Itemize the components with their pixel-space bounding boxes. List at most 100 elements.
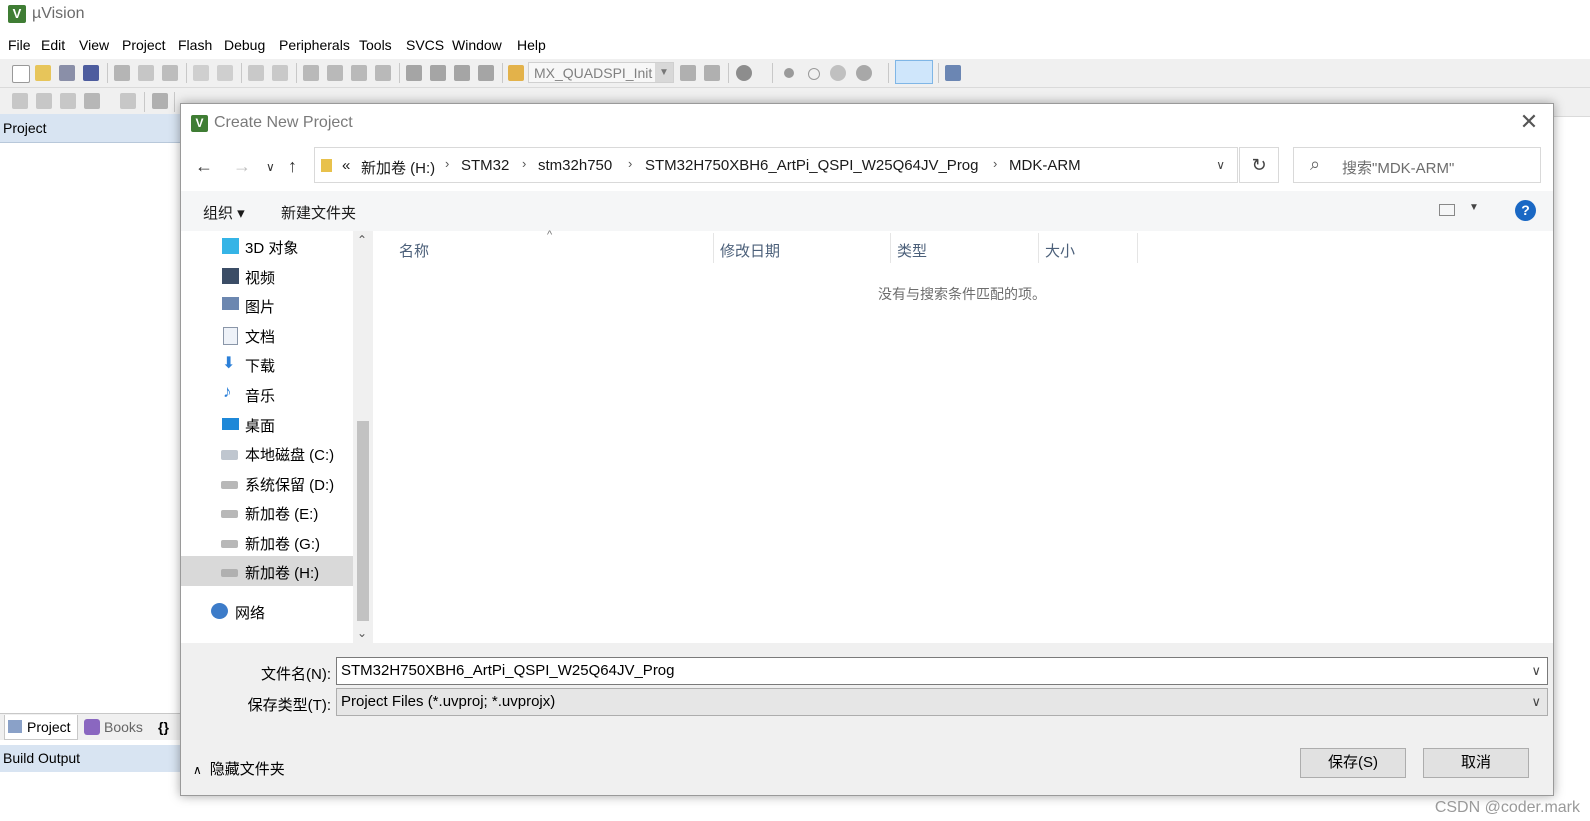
column-header-size[interactable]: 大小 bbox=[1045, 240, 1075, 261]
chevron-down-icon[interactable]: ∨ bbox=[1531, 663, 1541, 679]
menu-project[interactable]: Project bbox=[122, 34, 166, 56]
menu-edit[interactable]: Edit bbox=[41, 34, 65, 56]
download-icon[interactable] bbox=[152, 93, 168, 109]
nav-item-music[interactable]: ♪ 音乐 bbox=[181, 379, 353, 409]
build-icon[interactable] bbox=[36, 93, 52, 109]
redo-icon[interactable] bbox=[217, 65, 233, 81]
breadcrumb-overflow[interactable]: « bbox=[342, 157, 350, 174]
tab-books[interactable]: Books bbox=[82, 715, 148, 739]
menu-view[interactable]: View bbox=[79, 34, 109, 56]
column-header-name[interactable]: 名称 bbox=[399, 240, 429, 261]
rebuild-icon[interactable] bbox=[60, 93, 76, 109]
config-icon[interactable] bbox=[856, 65, 872, 81]
translate-icon[interactable] bbox=[12, 93, 28, 109]
indent-icon[interactable] bbox=[406, 65, 422, 81]
batch-build-icon[interactable] bbox=[84, 93, 100, 109]
save-all-icon[interactable] bbox=[83, 65, 99, 81]
stop-build-icon[interactable] bbox=[120, 93, 136, 109]
address-history-chevron-icon[interactable]: ∨ bbox=[1216, 158, 1225, 172]
up-arrow-icon[interactable]: ↑ bbox=[288, 156, 297, 177]
window-layout-button[interactable] bbox=[895, 60, 933, 84]
breadcrumb-stm32h750[interactable]: stm32h750 bbox=[538, 157, 612, 174]
prev-bookmark-icon[interactable] bbox=[327, 65, 343, 81]
comment-icon[interactable] bbox=[454, 65, 470, 81]
column-divider[interactable] bbox=[713, 233, 714, 263]
column-header-type[interactable]: 类型 bbox=[897, 240, 927, 261]
new-file-icon[interactable] bbox=[12, 65, 30, 83]
view-options-icon[interactable] bbox=[1439, 204, 1455, 216]
new-folder-button[interactable]: 新建文件夹 bbox=[281, 202, 356, 223]
refresh-icon[interactable]: ↻ bbox=[1239, 147, 1279, 183]
clear-bookmarks-icon[interactable] bbox=[375, 65, 391, 81]
nav-item-downloads[interactable]: ⬇ 下载 bbox=[181, 349, 353, 379]
nav-item-drive-g[interactable]: 新加卷 (G:) bbox=[181, 527, 353, 557]
menu-help[interactable]: Help bbox=[517, 34, 546, 56]
tab-functions[interactable]: {} bbox=[158, 715, 182, 739]
bookmark-icon[interactable] bbox=[303, 65, 319, 81]
filename-input[interactable]: STM32H750XBH6_ArtPi_QSPI_W25Q64JV_Prog ∨ bbox=[336, 657, 1548, 685]
find-icon[interactable] bbox=[680, 65, 696, 81]
address-bar[interactable]: « 新加卷 (H:) › STM32 › stm32h750 › STM32H7… bbox=[314, 147, 1238, 183]
recent-locations-chevron-icon[interactable]: ∨ bbox=[266, 160, 275, 174]
navigation-scrollbar[interactable]: ⌃ ⌄ bbox=[353, 231, 373, 643]
save-icon[interactable] bbox=[59, 65, 75, 81]
forward-arrow-icon[interactable]: → bbox=[233, 156, 251, 177]
incremental-find-icon[interactable] bbox=[704, 65, 720, 81]
breadcrumb-project-folder[interactable]: STM32H750XBH6_ArtPi_QSPI_W25Q64JV_Prog bbox=[645, 157, 979, 174]
menu-tools[interactable]: Tools bbox=[359, 34, 392, 56]
column-divider[interactable] bbox=[1137, 233, 1138, 263]
nav-item-drive-e[interactable]: 新加卷 (E:) bbox=[181, 497, 353, 527]
hide-folders-toggle[interactable]: ∧ 隐藏文件夹 bbox=[193, 758, 285, 779]
uncomment-icon[interactable] bbox=[478, 65, 494, 81]
nav-item-drive-d[interactable]: 系统保留 (D:) bbox=[181, 468, 353, 498]
breakpoint-icon[interactable] bbox=[784, 68, 794, 78]
column-divider[interactable] bbox=[890, 233, 891, 263]
filetype-select[interactable]: Project Files (*.uvproj; *.uvprojx) ∨ bbox=[336, 688, 1548, 716]
wrench-icon[interactable] bbox=[945, 65, 961, 81]
tab-project[interactable]: Project bbox=[4, 715, 78, 740]
nav-item-pictures[interactable]: 图片 bbox=[181, 290, 353, 320]
menu-file[interactable]: File bbox=[8, 34, 31, 56]
menu-svcs[interactable]: SVCS bbox=[406, 34, 444, 56]
find-in-files-icon[interactable] bbox=[508, 65, 524, 81]
debug-session-icon[interactable] bbox=[736, 65, 752, 81]
menu-flash[interactable]: Flash bbox=[178, 34, 212, 56]
paste-icon[interactable] bbox=[162, 65, 178, 81]
target-select[interactable]: MX_QUADSPI_Init ▼ bbox=[528, 62, 674, 83]
undo-icon[interactable] bbox=[193, 65, 209, 81]
scroll-down-arrow-icon[interactable]: ⌄ bbox=[357, 626, 367, 640]
nav-forward-icon[interactable] bbox=[272, 65, 288, 81]
copy-icon[interactable] bbox=[138, 65, 154, 81]
nav-back-icon[interactable] bbox=[248, 65, 264, 81]
chevron-down-icon[interactable]: ▼ bbox=[1469, 202, 1479, 213]
nav-item-3d-objects[interactable]: 3D 对象 bbox=[181, 231, 353, 261]
next-bookmark-icon[interactable] bbox=[351, 65, 367, 81]
disable-breakpoint-icon[interactable] bbox=[808, 68, 820, 80]
menu-debug[interactable]: Debug bbox=[224, 34, 265, 56]
scrollbar-thumb[interactable] bbox=[357, 421, 369, 621]
breadcrumb-stm32[interactable]: STM32 bbox=[461, 157, 509, 174]
save-button[interactable]: 保存(S) bbox=[1300, 748, 1406, 778]
nav-item-drive-h[interactable]: 新加卷 (H:) bbox=[181, 556, 353, 586]
breadcrumb-drive-h[interactable]: 新加卷 (H:) bbox=[361, 157, 435, 178]
nav-item-network[interactable]: 网络 bbox=[181, 596, 353, 626]
cancel-button[interactable]: 取消 bbox=[1423, 748, 1529, 778]
cut-icon[interactable] bbox=[114, 65, 130, 81]
nav-item-documents[interactable]: 文档 bbox=[181, 320, 353, 350]
menu-window[interactable]: Window bbox=[452, 34, 502, 56]
kill-breakpoints-icon[interactable] bbox=[830, 65, 846, 81]
help-icon[interactable]: ? bbox=[1515, 200, 1536, 221]
unindent-icon[interactable] bbox=[430, 65, 446, 81]
nav-item-videos[interactable]: 视频 bbox=[181, 261, 353, 291]
column-divider[interactable] bbox=[1038, 233, 1039, 263]
close-icon[interactable]: ✕ bbox=[1519, 111, 1539, 133]
column-header-date-modified[interactable]: 修改日期 bbox=[720, 240, 780, 261]
open-file-icon[interactable] bbox=[35, 65, 51, 81]
menu-peripherals[interactable]: Peripherals bbox=[279, 34, 350, 56]
breadcrumb-mdk-arm[interactable]: MDK-ARM bbox=[1009, 157, 1081, 174]
scroll-up-arrow-icon[interactable]: ⌃ bbox=[357, 233, 367, 247]
nav-item-drive-c[interactable]: 本地磁盘 (C:) bbox=[181, 438, 353, 468]
organize-menu-button[interactable]: 组织 ▾ bbox=[203, 202, 245, 223]
search-input[interactable]: ⌕ 搜索"MDK-ARM" bbox=[1293, 147, 1541, 183]
nav-item-desktop[interactable]: 桌面 bbox=[181, 409, 353, 439]
